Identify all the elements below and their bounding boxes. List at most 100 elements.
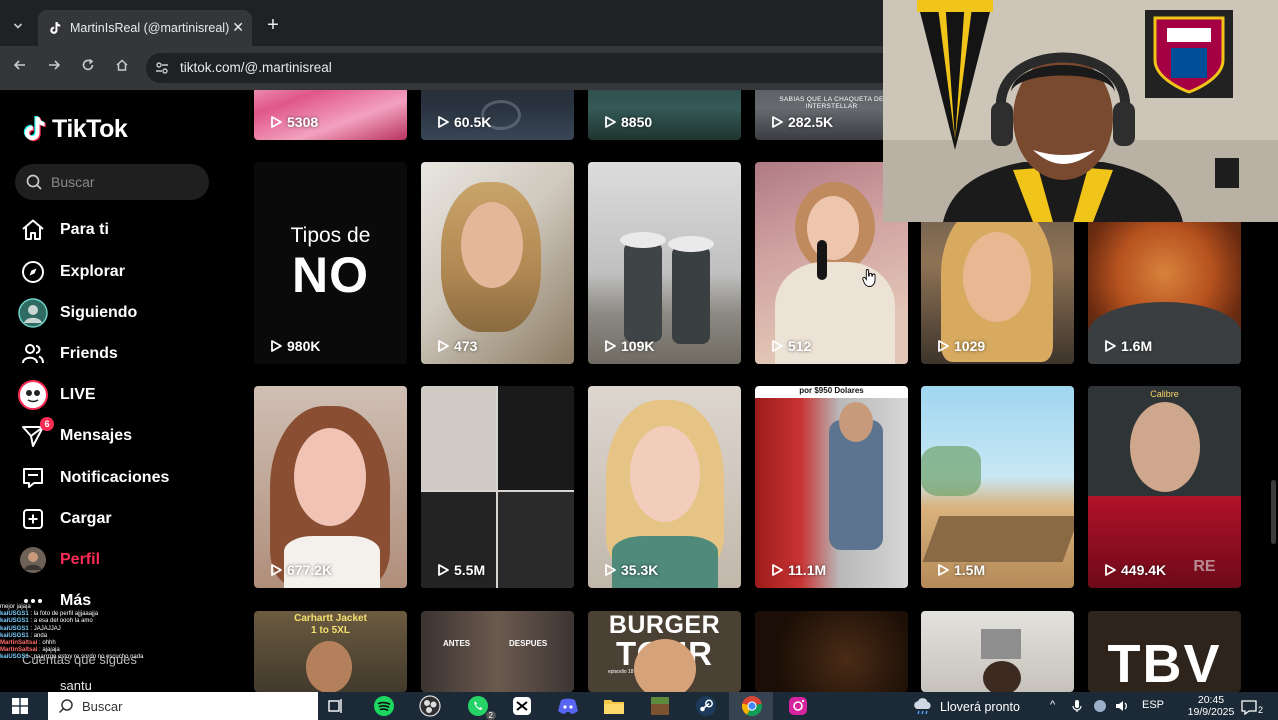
search-icon [58, 699, 73, 714]
webcam-feed-image [883, 0, 1278, 222]
video-tile[interactable]: BURGER TOUR episodio 18 [588, 611, 741, 692]
video-tile[interactable] [755, 611, 908, 692]
video-tile[interactable]: TBV [1088, 611, 1241, 692]
play-icon [1105, 564, 1116, 576]
weather-text: Lloverá pronto [940, 700, 1020, 714]
spotify-icon[interactable] [372, 694, 396, 718]
video-tile[interactable]: 5.5M [421, 386, 574, 588]
arrow-left-icon [13, 60, 25, 70]
chat-message: kaiUSGS1 : a esa del oooh la amo [0, 618, 93, 625]
chat-message: kaiUSGS1 : anda [0, 632, 48, 639]
close-tab-icon[interactable]: ✕ [232, 19, 244, 36]
discord-icon[interactable] [556, 694, 580, 718]
steam-tray-icon[interactable] [1092, 699, 1108, 713]
steam-icon[interactable] [694, 694, 718, 718]
reload-icon [82, 58, 94, 71]
inbox-icon [18, 463, 48, 493]
weather-widget[interactable]: Lloverá pronto [912, 698, 1020, 716]
play-icon [438, 116, 449, 128]
url-text: tiktok.com/@.martinisreal [180, 60, 332, 75]
browser-tab[interactable]: MartinIsReal (@martinisreal) | T ✕ [38, 10, 252, 46]
forward-button[interactable] [42, 56, 66, 80]
profile-avatar-icon [18, 545, 48, 575]
search-box[interactable] [15, 164, 209, 200]
file-explorer-icon[interactable] [602, 694, 626, 718]
whatsapp-badge: 2 [485, 711, 496, 720]
friends-icon [18, 339, 48, 369]
nav-item-friends[interactable]: Friends [18, 338, 118, 370]
chat-message: kaiUSGS1 : paarrrgo estoy re sordo no es… [0, 654, 144, 661]
taskbar-search[interactable]: Buscar [48, 692, 318, 720]
search-icon [26, 174, 42, 190]
play-icon [772, 564, 783, 576]
video-tile[interactable]: Tipos de NO 980K [254, 162, 407, 364]
tab-search-button[interactable] [6, 14, 30, 38]
play-icon [605, 116, 616, 128]
video-tile[interactable]: 1.5M [921, 386, 1074, 588]
home-icon [116, 59, 128, 71]
tiktok-favicon-icon [50, 22, 61, 34]
page-scrollbar[interactable] [1271, 480, 1276, 544]
video-tile[interactable]: 473 [421, 162, 574, 364]
home-icon [18, 215, 48, 245]
play-icon [271, 116, 282, 128]
play-icon [938, 564, 949, 576]
site-settings-icon[interactable] [154, 60, 170, 76]
address-bar[interactable]: tiktok.com/@.martinisreal [146, 53, 906, 83]
send-icon: 6 [18, 417, 54, 451]
language-indicator[interactable]: ESP [1142, 699, 1164, 711]
rain-cloud-icon [914, 698, 931, 715]
nav-item-perfil[interactable]: Perfil [18, 544, 100, 576]
tiktok-logo[interactable]: TikTok [22, 114, 128, 144]
chrome-icon[interactable] [740, 694, 764, 718]
taskbar: Buscar 2 Lloverá pronto ^ ESP 20:45 19/9… [0, 692, 1278, 720]
reload-button[interactable] [76, 56, 100, 80]
volume-icon[interactable] [1114, 699, 1130, 713]
video-tile[interactable]: 35.3K [588, 386, 741, 588]
sidebar: TikTok Para ti Explorar Siguiendo Friend… [0, 90, 236, 693]
video-tile[interactable]: ANTES DESPUES [421, 611, 574, 692]
clock[interactable]: 20:45 19/9/2025 [1186, 694, 1236, 718]
capcut-icon[interactable] [510, 694, 534, 718]
search-input[interactable] [51, 164, 201, 200]
microphone-icon[interactable] [1072, 699, 1082, 713]
play-icon [605, 340, 616, 352]
hand-cursor-icon [862, 269, 876, 287]
nav-item-explorar[interactable]: Explorar [18, 256, 125, 288]
tiktok-note-icon [23, 116, 46, 142]
minecraft-icon[interactable] [648, 694, 672, 718]
video-tile[interactable]: por $950 Dolares 11.1M [755, 386, 908, 588]
new-tab-button[interactable]: + [262, 14, 284, 36]
nav-item-live[interactable]: LIVE [18, 379, 96, 411]
video-tile[interactable] [921, 611, 1074, 692]
nav-item-para-ti[interactable]: Para ti [18, 214, 109, 246]
instagram-icon[interactable] [786, 694, 810, 718]
nav-item-siguiendo[interactable]: Siguiendo [18, 297, 137, 329]
arrow-right-icon [49, 60, 61, 70]
chevron-down-icon [13, 23, 23, 29]
video-tile[interactable]: Calibre RE 449.4K [1088, 386, 1241, 588]
stream-chat-overlay: mejor jajaja kaiUSGS1 : la foto de perfi… [0, 604, 200, 696]
tray-chevron-up-icon[interactable]: ^ [1050, 699, 1055, 711]
play-icon [1105, 340, 1116, 352]
notification-count: 2 [1258, 705, 1264, 715]
webcam-overlay [883, 0, 1278, 222]
nav-item-mensajes[interactable]: 6 Mensajes [18, 417, 132, 452]
task-view-icon[interactable] [324, 694, 348, 718]
home-button[interactable] [110, 56, 134, 80]
obs-icon[interactable] [418, 694, 442, 718]
compass-icon [18, 257, 48, 287]
nav-item-notificaciones[interactable]: Notificaciones [18, 462, 169, 494]
video-tile[interactable]: 109K [588, 162, 741, 364]
nav-item-cargar[interactable]: Cargar [18, 503, 112, 535]
upload-plus-icon [18, 504, 48, 534]
play-icon [938, 340, 949, 352]
logo-text: TikTok [52, 114, 128, 143]
notification-center-icon[interactable] [1240, 699, 1258, 715]
play-icon [605, 564, 616, 576]
whatsapp-icon[interactable]: 2 [466, 694, 496, 720]
video-tile[interactable]: 677.2K [254, 386, 407, 588]
back-button[interactable] [8, 56, 32, 80]
windows-start-icon[interactable] [12, 698, 28, 714]
video-tile[interactable]: Carhartt Jacket 1 to 5XL [254, 611, 407, 692]
